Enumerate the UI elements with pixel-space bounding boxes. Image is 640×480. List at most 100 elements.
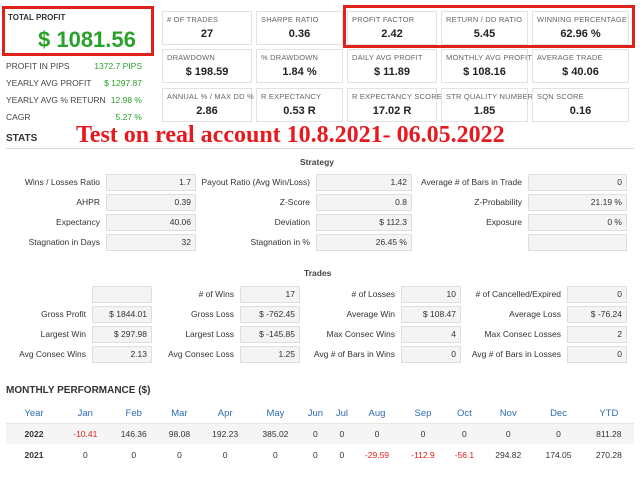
trades-label: Max Consec Losses [484,329,561,339]
monthly-cell: -29.59 [364,449,390,460]
strategy-label: Stagnation in % [250,237,310,247]
trades-label: Max Consec Wins [326,329,396,339]
metric-value: 27 [200,28,214,40]
metric-tile: SHARPE RATIO 0.36 [256,11,343,45]
monthly-header: Jun [300,405,331,424]
monthly-cell: 0 [400,423,446,444]
trades-value: $ -76.24 [567,306,627,323]
metric-label: R EXPECTANCY SCORE [352,92,443,101]
metric-value: 2.86 [196,105,218,117]
side-stat-yearly-profit: YEARLY AVG PROFIT $ 1297.87 [6,78,142,88]
trades-label: Avg # of Bars in Wins [313,349,395,359]
trades-label: # of Losses [351,289,395,299]
strategy-label: Z-Probability [474,197,522,207]
strategy-label: Wins / Losses Ratio [24,177,100,187]
metric-value: 0.36 [288,28,311,40]
strategy-label: Exposure [486,217,522,227]
metric-tile: SQN SCORE 0.16 [532,88,629,122]
monthly-cell: 0 [273,449,278,460]
monthly-header: Jul [330,405,354,424]
monthly-cell: 174.05 [545,449,572,460]
metric-value: 0.53 R [283,105,316,117]
side-stat-pips: PROFIT IN PIPS 1372.7 PIPS [6,61,142,71]
metric-tile: ANNUAL % / MAX DD % 2.86 [162,88,254,122]
side-stat-yearly-return: YEARLY AVG % RETURN 12.98 % [6,95,142,105]
strategy-label: Stagnation in Days [28,237,100,247]
metric-label: AVERAGE TRADE [537,53,603,62]
metric-tile: R EXPECTANCY 0.53 R [256,88,343,122]
metric-label: # OF TRADES [167,15,219,24]
monthly-header: Year [6,405,62,424]
metric-value: 0.16 [569,105,592,117]
metric-value: $ 108.16 [463,66,506,78]
strategy-label: Deviation [274,217,310,227]
trades-label: Avg Consec Loss [168,349,234,359]
metric-tile: STR QUALITY NUMBER 1.85 [441,88,533,122]
strategy-value: 21.19 % [528,194,627,211]
monthly-cell: 294.82 [495,449,522,460]
metric-tile: # OF TRADES 27 [162,11,252,45]
strategy-label: Expectancy [56,217,100,227]
trades-title: Trades [304,268,332,278]
monthly-header: Jan [62,405,109,424]
metric-tile: DRAWDOWN $ 198.59 [162,49,252,83]
metric-label: STR QUALITY NUMBER [446,92,534,101]
trades-label: Average Win [346,309,395,319]
metric-value: $ 11.89 [373,66,411,78]
monthly-cell: 385.02 [250,423,301,444]
trades-label: Gross Loss [191,309,234,319]
metric-label: ANNUAL % / MAX DD % [167,92,254,101]
monthly-cell: 0 [533,423,584,444]
monthly-cell: 0 [339,449,345,460]
monthly-header: Nov [483,405,534,424]
monthly-header: Aug [353,405,401,424]
monthly-cell: 0 [131,449,137,460]
metric-value: $ 198.59 [185,66,229,78]
monthly-cell: -10.41 [62,423,109,444]
trades-label: Avg # of Bars in Losses [471,349,561,359]
strategy-label: AHPR [76,197,100,207]
metric-tile: R EXPECTANCY SCORE 17.02 R [347,88,442,122]
monthly-title: MONTHLY PERFORMANCE ($) [6,385,151,396]
monthly-header: May [250,405,301,424]
monthly-cell: 0 [483,423,534,444]
monthly-cell: 0 [177,449,182,460]
monthly-cell: 0 [300,423,331,444]
strategy-label: Z-Score [279,197,310,207]
table-row: 2022 -10.41 146.36 98.08 192.23 385.02 0 0 0 0 0 0 0… [6,423,634,444]
monthly-cell: 0 [330,423,354,444]
metric-tile: AVERAGE TRADE $ 40.06 [532,49,629,83]
monthly-year: 2022 [6,423,62,444]
monthly-cell: 0 [445,423,484,444]
metric-label: R EXPECTANCY [261,92,322,101]
strategy-value [528,234,627,251]
table-row: 2021 0 0 0 0 0 0 0 -29.59 -112.9 -56.1 294.82 174.05… [6,444,634,465]
monthly-cell: 98.08 [158,423,201,444]
trades-label: # of Cancelled/Expired [475,289,561,299]
monthly-header: Sep [400,405,446,424]
metric-value: 1.85 [473,105,496,117]
strategy-label: Payout Ratio (Avg Win/Loss) [201,177,311,187]
monthly-cell: 192.23 [200,423,251,444]
trades-label: Largest Loss [185,329,234,339]
strategy-value: 0 [528,174,627,191]
metric-label: DAILY AVG PROFIT [352,53,423,62]
monthly-header: YTD [583,405,634,424]
monthly-cell: 0 [82,449,88,460]
monthly-cell: -56.1 [454,449,475,460]
monthly-cell: 270.28 [595,449,622,460]
strategy-label: Average # of Bars in Trade [421,177,522,187]
metric-label: SHARPE RATIO [261,15,319,24]
metric-label: % DRAWDOWN [261,53,319,62]
monthly-header: Feb [108,405,159,424]
metric-value: 1.84 % [282,66,317,78]
metric-tile: % DRAWDOWN 1.84 % [256,49,343,83]
strategy-value: 0 % [528,214,627,231]
monthly-cell: 0 [353,423,401,444]
trades-label: Average Loss [509,309,561,319]
monthly-header: Apr [200,405,251,424]
key-metrics-highlight [343,5,635,48]
overlay-annotation: Test on real account 10.8.2021- 06.05.20… [76,122,505,148]
metric-label: SQN SCORE [537,92,584,101]
monthly-table: Year Jan Feb Mar Apr May Jun Jul Aug Sep Oct Nov Dec… [6,405,634,465]
